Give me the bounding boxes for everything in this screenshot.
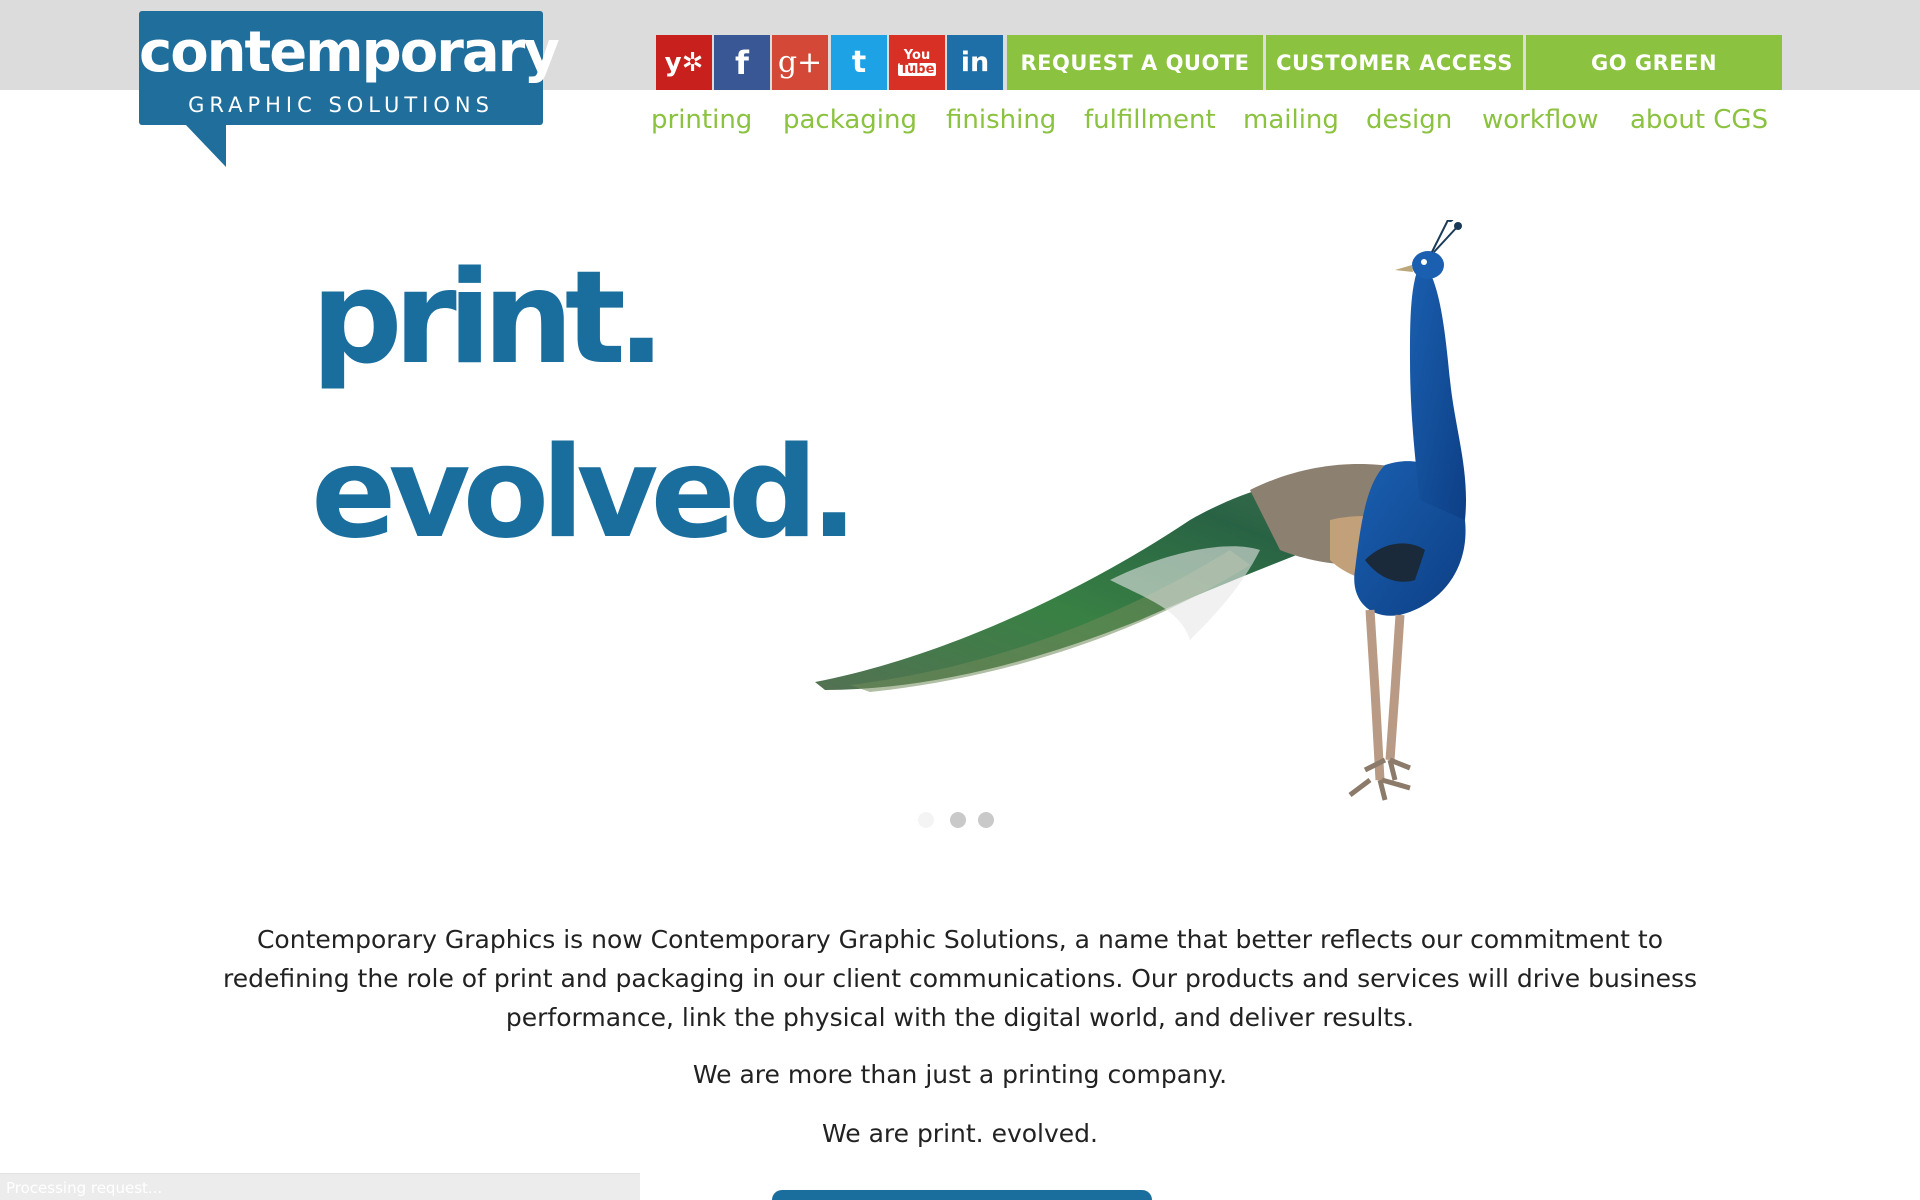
intro-line-print-evolved: We are print. evolved. [821, 1119, 1098, 1148]
nav-finishing[interactable]: finishing [946, 100, 1056, 140]
go-green-button[interactable]: GO GREEN [1526, 35, 1782, 90]
facebook-icon[interactable]: f [714, 35, 770, 90]
yelp-glyph: y✲ [664, 47, 704, 78]
slider-dot-2[interactable] [950, 812, 966, 828]
youtube-icon[interactable]: You Tube [889, 35, 945, 90]
customer-access-button[interactable]: CUSTOMER ACCESS [1266, 35, 1523, 90]
yelp-icon[interactable]: y✲ [656, 35, 712, 90]
logo-speech-tail [185, 124, 226, 167]
logo-name: contemporary [139, 20, 560, 85]
twitter-icon[interactable]: t [831, 35, 887, 90]
linkedin-icon[interactable]: in [947, 35, 1003, 90]
slider-dot-1[interactable] [918, 812, 934, 828]
slider-dot-3[interactable] [978, 812, 994, 828]
hero-headline-line2: evolved. [311, 419, 858, 566]
youtube-glyph-bottom: Tube [897, 61, 937, 77]
nav-design[interactable]: design [1366, 100, 1452, 140]
nav-about-cgs[interactable]: about CGS [1630, 100, 1768, 140]
nav-workflow[interactable]: workflow [1482, 100, 1598, 140]
request-quote-button[interactable]: REQUEST A QUOTE [1007, 35, 1263, 90]
intro-line-more-than: We are more than just a printing company… [692, 1060, 1228, 1089]
twitter-glyph: t [851, 45, 867, 80]
hero-headline-line1: print. [311, 244, 666, 393]
browser-status-bar: Processing request... [0, 1173, 640, 1200]
nav-packaging[interactable]: packaging [783, 100, 917, 140]
logo[interactable]: contemporary GRAPHIC SOLUTIONS [139, 11, 560, 125]
slider-dots [918, 810, 998, 830]
peacock-image [815, 220, 1467, 801]
google-plus-glyph: g+ [777, 45, 823, 80]
cta-button-partial[interactable] [772, 1190, 1152, 1200]
facebook-glyph: f [735, 43, 749, 82]
google-plus-icon[interactable]: g+ [772, 35, 828, 90]
intro-paragraph: Contemporary Graphics is now Contemporar… [222, 925, 1698, 1032]
logo-tagline: GRAPHIC SOLUTIONS [188, 93, 494, 117]
nav-mailing[interactable]: mailing [1243, 100, 1339, 140]
nav-printing[interactable]: printing [651, 100, 752, 140]
nav-fulfillment[interactable]: fulfillment [1084, 100, 1216, 140]
linkedin-glyph: in [960, 47, 990, 78]
youtube-glyph-top: You [903, 47, 931, 63]
